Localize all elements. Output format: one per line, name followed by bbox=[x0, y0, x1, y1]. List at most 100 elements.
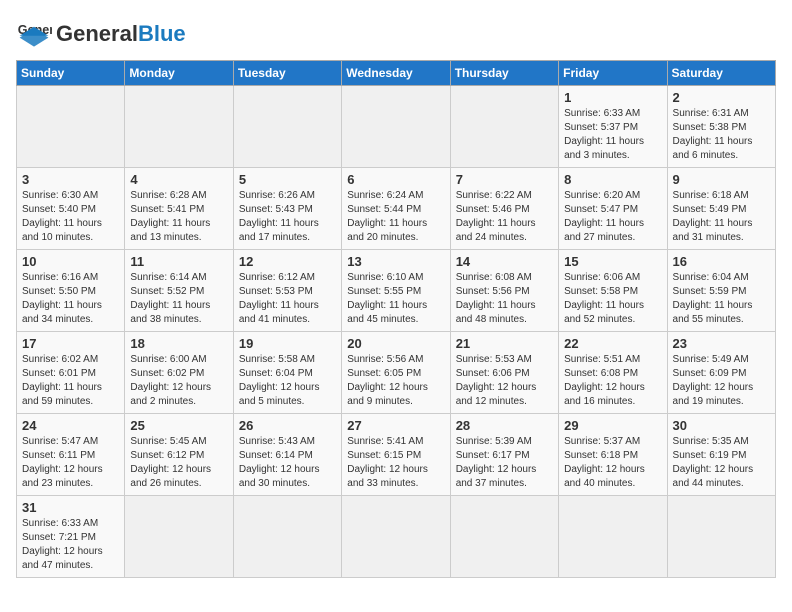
column-header-friday: Friday bbox=[559, 61, 667, 86]
calendar-cell: 6 Sunrise: 6:24 AM Sunset: 5:44 PM Daylig… bbox=[342, 168, 450, 250]
calendar-cell bbox=[233, 86, 341, 168]
day-number: 24 bbox=[22, 418, 119, 433]
calendar-week-row: 10 Sunrise: 6:16 AM Sunset: 5:50 PM Dayli… bbox=[17, 250, 776, 332]
calendar-cell: 29 Sunrise: 5:37 AM Sunset: 6:18 PM Dayli… bbox=[559, 414, 667, 496]
calendar-cell bbox=[125, 86, 233, 168]
calendar-cell: 2 Sunrise: 6:31 AM Sunset: 5:38 PM Daylig… bbox=[667, 86, 775, 168]
day-number: 3 bbox=[22, 172, 119, 187]
calendar-cell bbox=[125, 496, 233, 578]
day-number: 25 bbox=[130, 418, 227, 433]
column-header-monday: Monday bbox=[125, 61, 233, 86]
day-info: Sunrise: 6:02 AM Sunset: 6:01 PM Dayligh… bbox=[22, 353, 119, 409]
calendar-cell: 14Sunrise: 6:08 AM Sunset: 5:56 PM Dayli… bbox=[450, 250, 558, 332]
day-info: Sunrise: 6:04 AM Sunset: 5:59 PM Dayligh… bbox=[673, 271, 770, 327]
day-number: 12 bbox=[239, 254, 336, 269]
day-info: Sunrise: 6:14 AM Sunset: 5:52 PM Dayligh… bbox=[130, 271, 227, 327]
calendar-cell: 9 Sunrise: 6:18 AM Sunset: 5:49 PM Daylig… bbox=[667, 168, 775, 250]
day-number: 20 bbox=[347, 336, 444, 351]
day-number: 22 bbox=[564, 336, 661, 351]
day-info: Sunrise: 5:45 AM Sunset: 6:12 PM Dayligh… bbox=[130, 435, 227, 491]
day-number: 9 bbox=[673, 172, 770, 187]
day-number: 19 bbox=[239, 336, 336, 351]
calendar-cell bbox=[17, 86, 125, 168]
calendar-week-row: 24 Sunrise: 5:47 AM Sunset: 6:11 PM Dayli… bbox=[17, 414, 776, 496]
calendar-cell: 31Sunrise: 6:33 AM Sunset: 7:21 PM Dayli… bbox=[17, 496, 125, 578]
column-header-tuesday: Tuesday bbox=[233, 61, 341, 86]
day-number: 17 bbox=[22, 336, 119, 351]
day-info: Sunrise: 6:16 AM Sunset: 5:50 PM Dayligh… bbox=[22, 271, 119, 327]
logo-text: GeneralBlue bbox=[56, 23, 186, 45]
calendar-cell: 26Sunrise: 5:43 AM Sunset: 6:14 PM Dayli… bbox=[233, 414, 341, 496]
day-info: Sunrise: 5:47 AM Sunset: 6:11 PM Dayligh… bbox=[22, 435, 119, 491]
day-number: 6 bbox=[347, 172, 444, 187]
calendar-cell: 11 Sunrise: 6:14 AM Sunset: 5:52 PM Dayli… bbox=[125, 250, 233, 332]
day-info: Sunrise: 6:12 AM Sunset: 5:53 PM Dayligh… bbox=[239, 271, 336, 327]
day-number: 8 bbox=[564, 172, 661, 187]
calendar-cell bbox=[667, 496, 775, 578]
calendar-week-row: 31Sunrise: 6:33 AM Sunset: 7:21 PM Dayli… bbox=[17, 496, 776, 578]
calendar-cell: 10 Sunrise: 6:16 AM Sunset: 5:50 PM Dayli… bbox=[17, 250, 125, 332]
calendar-cell: 8Sunrise: 6:20 AM Sunset: 5:47 PM Daylig… bbox=[559, 168, 667, 250]
day-info: Sunrise: 5:49 AM Sunset: 6:09 PM Dayligh… bbox=[673, 353, 770, 409]
day-info: Sunrise: 6:31 AM Sunset: 5:38 PM Dayligh… bbox=[673, 107, 770, 163]
day-info: Sunrise: 6:33 AM Sunset: 7:21 PM Dayligh… bbox=[22, 517, 119, 573]
day-info: Sunrise: 5:56 AM Sunset: 6:05 PM Dayligh… bbox=[347, 353, 444, 409]
day-number: 18 bbox=[130, 336, 227, 351]
day-number: 11 bbox=[130, 254, 227, 269]
calendar-cell: 23 Sunrise: 5:49 AM Sunset: 6:09 PM Dayli… bbox=[667, 332, 775, 414]
day-number: 28 bbox=[456, 418, 553, 433]
day-number: 4 bbox=[130, 172, 227, 187]
day-number: 23 bbox=[673, 336, 770, 351]
day-info: Sunrise: 5:58 AM Sunset: 6:04 PM Dayligh… bbox=[239, 353, 336, 409]
day-info: Sunrise: 6:06 AM Sunset: 5:58 PM Dayligh… bbox=[564, 271, 661, 327]
day-info: Sunrise: 6:18 AM Sunset: 5:49 PM Dayligh… bbox=[673, 189, 770, 245]
day-number: 16 bbox=[673, 254, 770, 269]
day-number: 21 bbox=[456, 336, 553, 351]
day-info: Sunrise: 5:53 AM Sunset: 6:06 PM Dayligh… bbox=[456, 353, 553, 409]
day-info: Sunrise: 5:41 AM Sunset: 6:15 PM Dayligh… bbox=[347, 435, 444, 491]
calendar-cell: 21 Sunrise: 5:53 AM Sunset: 6:06 PM Dayli… bbox=[450, 332, 558, 414]
calendar-cell: 15 Sunrise: 6:06 AM Sunset: 5:58 PM Dayli… bbox=[559, 250, 667, 332]
calendar-cell: 17 Sunrise: 6:02 AM Sunset: 6:01 PM Dayli… bbox=[17, 332, 125, 414]
calendar-cell: 12 Sunrise: 6:12 AM Sunset: 5:53 PM Dayli… bbox=[233, 250, 341, 332]
calendar-cell: 18 Sunrise: 6:00 AM Sunset: 6:02 PM Dayli… bbox=[125, 332, 233, 414]
day-info: Sunrise: 5:43 AM Sunset: 6:14 PM Dayligh… bbox=[239, 435, 336, 491]
day-info: Sunrise: 6:33 AM Sunset: 5:37 PM Dayligh… bbox=[564, 107, 661, 163]
day-number: 15 bbox=[564, 254, 661, 269]
logo-icon: General bbox=[16, 16, 52, 52]
column-header-sunday: Sunday bbox=[17, 61, 125, 86]
calendar-cell: 27 Sunrise: 5:41 AM Sunset: 6:15 PM Dayli… bbox=[342, 414, 450, 496]
day-number: 13 bbox=[347, 254, 444, 269]
day-number: 7 bbox=[456, 172, 553, 187]
day-info: Sunrise: 5:37 AM Sunset: 6:18 PM Dayligh… bbox=[564, 435, 661, 491]
calendar-cell: 1 Sunrise: 6:33 AM Sunset: 5:37 PM Daylig… bbox=[559, 86, 667, 168]
calendar-cell bbox=[450, 86, 558, 168]
calendar-cell bbox=[342, 86, 450, 168]
day-info: Sunrise: 6:08 AM Sunset: 5:56 PM Dayligh… bbox=[456, 271, 553, 327]
day-number: 10 bbox=[22, 254, 119, 269]
calendar-cell: 28Sunrise: 5:39 AM Sunset: 6:17 PM Dayli… bbox=[450, 414, 558, 496]
calendar-cell: 3 Sunrise: 6:30 AM Sunset: 5:40 PM Daylig… bbox=[17, 168, 125, 250]
day-info: Sunrise: 6:24 AM Sunset: 5:44 PM Dayligh… bbox=[347, 189, 444, 245]
day-info: Sunrise: 5:51 AM Sunset: 6:08 PM Dayligh… bbox=[564, 353, 661, 409]
day-number: 27 bbox=[347, 418, 444, 433]
calendar-cell: 24 Sunrise: 5:47 AM Sunset: 6:11 PM Dayli… bbox=[17, 414, 125, 496]
calendar-cell: 22 Sunrise: 5:51 AM Sunset: 6:08 PM Dayli… bbox=[559, 332, 667, 414]
calendar-header-row: SundayMondayTuesdayWednesdayThursdayFrid… bbox=[17, 61, 776, 86]
calendar-week-row: 17 Sunrise: 6:02 AM Sunset: 6:01 PM Dayli… bbox=[17, 332, 776, 414]
day-number: 1 bbox=[564, 90, 661, 105]
column-header-wednesday: Wednesday bbox=[342, 61, 450, 86]
page-header: General GeneralBlue bbox=[16, 16, 776, 52]
day-number: 5 bbox=[239, 172, 336, 187]
day-number: 30 bbox=[673, 418, 770, 433]
calendar-cell bbox=[342, 496, 450, 578]
day-info: Sunrise: 6:30 AM Sunset: 5:40 PM Dayligh… bbox=[22, 189, 119, 245]
day-info: Sunrise: 6:00 AM Sunset: 6:02 PM Dayligh… bbox=[130, 353, 227, 409]
day-info: Sunrise: 6:28 AM Sunset: 5:41 PM Dayligh… bbox=[130, 189, 227, 245]
calendar-cell: 7Sunrise: 6:22 AM Sunset: 5:46 PM Daylig… bbox=[450, 168, 558, 250]
calendar-week-row: 3 Sunrise: 6:30 AM Sunset: 5:40 PM Daylig… bbox=[17, 168, 776, 250]
day-info: Sunrise: 6:10 AM Sunset: 5:55 PM Dayligh… bbox=[347, 271, 444, 327]
day-number: 29 bbox=[564, 418, 661, 433]
day-info: Sunrise: 6:26 AM Sunset: 5:43 PM Dayligh… bbox=[239, 189, 336, 245]
day-number: 2 bbox=[673, 90, 770, 105]
